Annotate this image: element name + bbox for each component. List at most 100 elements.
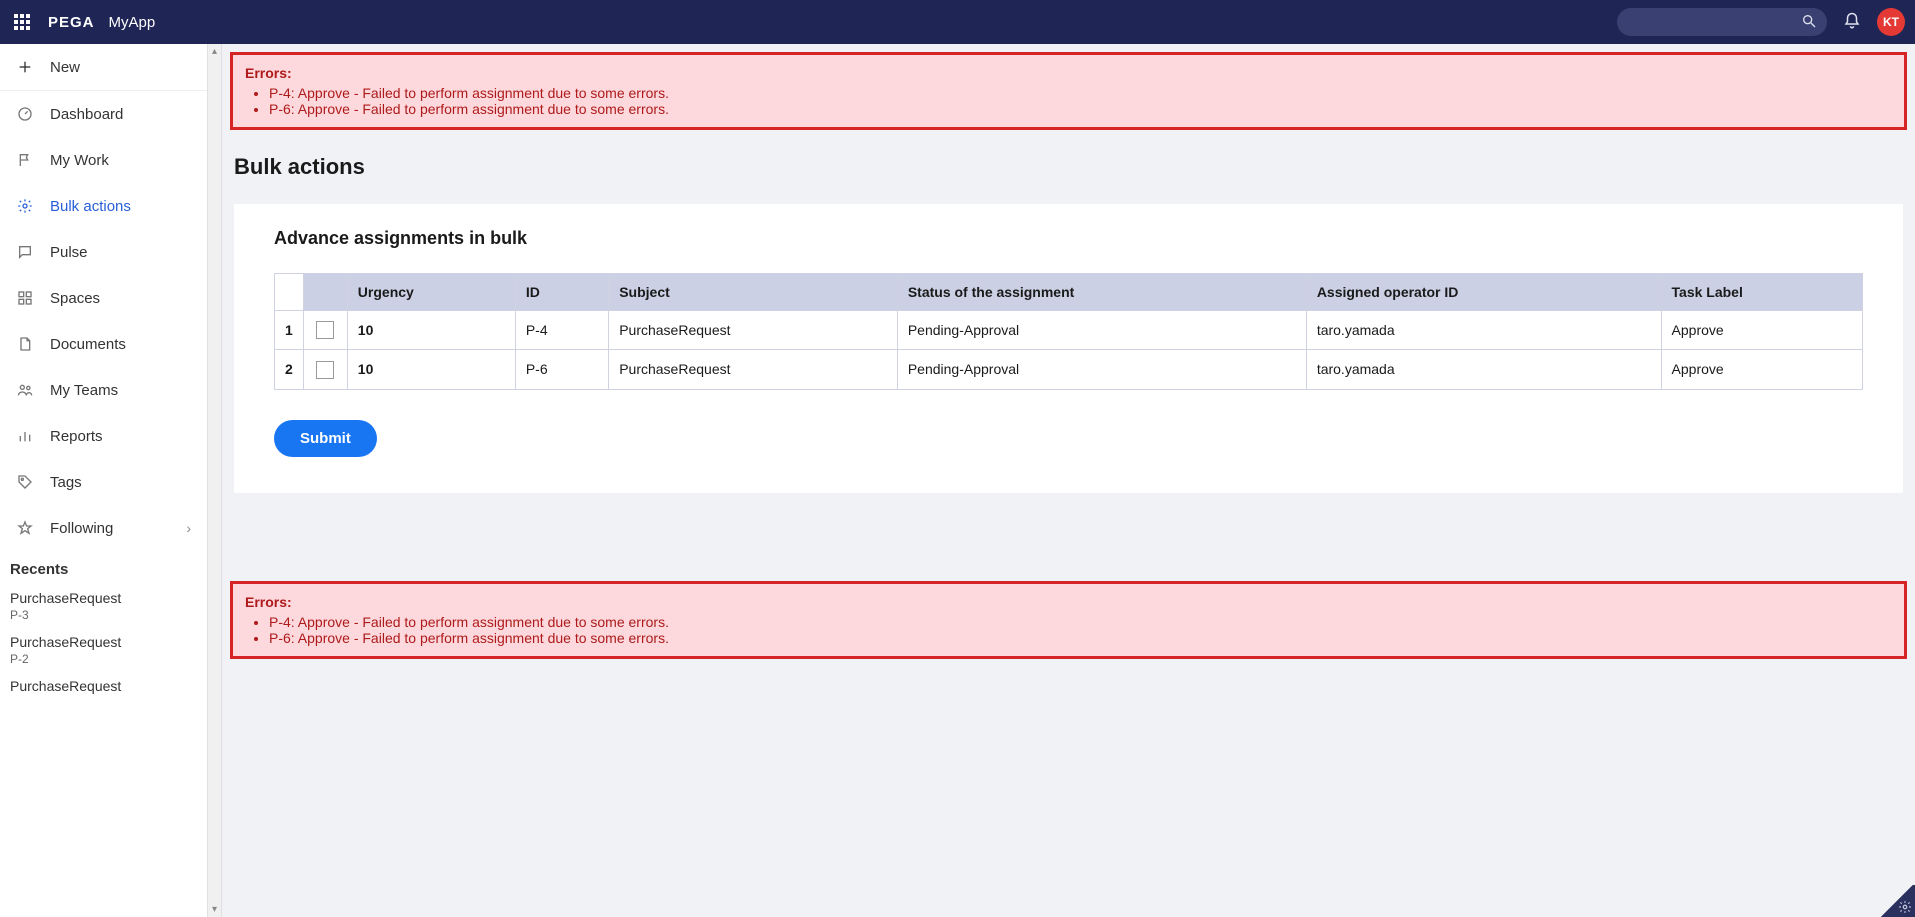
recent-item[interactable]: PurchaseRequest [0, 672, 207, 700]
cell-subject: PurchaseRequest [609, 350, 898, 389]
assignments-table: UrgencyIDSubjectStatus of the assignment… [274, 273, 1863, 390]
error-title: Errors: [245, 65, 1892, 81]
sidebar-item-label: Documents [50, 336, 126, 353]
cell-status: Pending-Approval [897, 350, 1306, 389]
cell-urgency: 10 [347, 350, 515, 389]
recent-item[interactable]: PurchaseRequest P-2 [0, 628, 207, 672]
recents-header: Recents [0, 551, 207, 584]
sidebar-item-dashboard[interactable]: Dashboard [0, 91, 207, 137]
people-icon [16, 381, 34, 399]
cell-id: P-6 [515, 350, 608, 389]
cell-urgency: 10 [347, 311, 515, 350]
sidebar-item-label: Dashboard [50, 106, 123, 123]
sidebar-new[interactable]: New [0, 44, 207, 91]
table-row: 2 10P-6PurchaseRequestPending-Approvaltar… [275, 350, 1863, 389]
error-item: P-6: Approve - Failed to perform assignm… [269, 101, 1892, 117]
sidebar-item-spaces[interactable]: Spaces [0, 275, 207, 321]
recent-title: PurchaseRequest [10, 634, 197, 650]
header-right: KT [1617, 8, 1905, 36]
sidebar-item-tags[interactable]: Tags [0, 459, 207, 505]
grid-icon [16, 289, 34, 307]
sidebar-item-label: Following [50, 520, 113, 537]
main-content: Errors: P-4: Approve - Failed to perform… [222, 44, 1915, 917]
page-title: Bulk actions [222, 138, 1915, 196]
cell-id: P-4 [515, 311, 608, 350]
error-item: P-4: Approve - Failed to perform assignm… [269, 614, 1892, 630]
cell-subject: PurchaseRequest [609, 311, 898, 350]
recent-sub: P-2 [10, 652, 197, 666]
gear-icon [16, 197, 34, 215]
column-header: Subject [609, 274, 898, 311]
brand-label: PEGA [48, 14, 95, 31]
search-icon[interactable] [1801, 13, 1817, 32]
recent-title: PurchaseRequest [10, 590, 197, 606]
sidebar-item-my-teams[interactable]: My Teams [0, 367, 207, 413]
cell-operator: taro.yamada [1306, 311, 1661, 350]
column-header: Assigned operator ID [1306, 274, 1661, 311]
row-select-cell [303, 311, 347, 350]
notifications-icon[interactable] [1843, 12, 1861, 33]
recent-sub: P-3 [10, 608, 197, 622]
star-icon [16, 519, 34, 537]
sidebar-item-label: Reports [50, 428, 103, 445]
sidebar-item-bulk-actions[interactable]: Bulk actions [0, 183, 207, 229]
global-search[interactable] [1617, 8, 1827, 36]
cell-task: Approve [1661, 350, 1862, 389]
cell-operator: taro.yamada [1306, 350, 1661, 389]
doc-icon [16, 335, 34, 353]
app-launcher-icon[interactable] [10, 10, 34, 34]
error-banner-top: Errors: P-4: Approve - Failed to perform… [230, 52, 1907, 130]
sidebar-new-label: New [50, 59, 80, 76]
error-banner-bottom: Errors: P-4: Approve - Failed to perform… [230, 581, 1907, 659]
error-item: P-4: Approve - Failed to perform assignm… [269, 85, 1892, 101]
tag-icon [16, 473, 34, 491]
sidebar-item-label: Bulk actions [50, 198, 131, 215]
cell-status: Pending-Approval [897, 311, 1306, 350]
sidebar-scrollbar[interactable]: ▴ ▾ [208, 44, 222, 917]
cell-task: Approve [1661, 311, 1862, 350]
row-select-cell [303, 350, 347, 389]
bulk-actions-card: Advance assignments in bulk UrgencyIDSub… [234, 204, 1903, 493]
column-header: ID [515, 274, 608, 311]
sidebar: New Dashboard My Work Bulk actions Pulse Spa… [0, 44, 208, 917]
error-item: P-6: Approve - Failed to perform assignm… [269, 630, 1892, 646]
app-header: PEGA MyApp KT [0, 0, 1915, 44]
column-header [303, 274, 347, 311]
recent-item[interactable]: PurchaseRequest P-3 [0, 584, 207, 628]
user-avatar[interactable]: KT [1877, 8, 1905, 36]
sidebar-item-reports[interactable]: Reports [0, 413, 207, 459]
error-title: Errors: [245, 594, 1892, 610]
chat-icon [16, 243, 34, 261]
app-name: MyApp [109, 14, 156, 31]
sidebar-item-following[interactable]: Following › [0, 505, 207, 551]
card-title: Advance assignments in bulk [274, 228, 1863, 249]
sidebar-item-label: My Teams [50, 382, 118, 399]
chevron-right-icon: › [186, 520, 191, 536]
column-header: Urgency [347, 274, 515, 311]
sidebar-item-label: Tags [50, 474, 82, 491]
header-left: PEGA MyApp [10, 10, 155, 34]
sidebar-item-pulse[interactable]: Pulse [0, 229, 207, 275]
submit-button[interactable]: Submit [274, 420, 377, 457]
sidebar-item-label: Pulse [50, 244, 88, 261]
sidebar-item-documents[interactable]: Documents [0, 321, 207, 367]
scroll-down-icon[interactable]: ▾ [212, 904, 217, 915]
app-body: New Dashboard My Work Bulk actions Pulse Spa… [0, 44, 1915, 917]
sidebar-item-label: Spaces [50, 290, 100, 307]
column-header [275, 274, 304, 311]
flag-icon [16, 151, 34, 169]
row-number: 1 [275, 311, 304, 350]
bars-icon [16, 427, 34, 445]
row-checkbox[interactable] [316, 361, 334, 379]
plus-icon [16, 58, 34, 76]
row-number: 2 [275, 350, 304, 389]
gauge-icon [16, 105, 34, 123]
sidebar-item-label: My Work [50, 152, 109, 169]
sidebar-item-my-work[interactable]: My Work [0, 137, 207, 183]
scroll-up-icon[interactable]: ▴ [212, 46, 217, 57]
dev-tools-toggle[interactable] [1879, 885, 1915, 917]
row-checkbox[interactable] [316, 321, 334, 339]
search-input[interactable] [1625, 15, 1801, 30]
column-header: Status of the assignment [897, 274, 1306, 311]
recent-title: PurchaseRequest [10, 678, 197, 694]
